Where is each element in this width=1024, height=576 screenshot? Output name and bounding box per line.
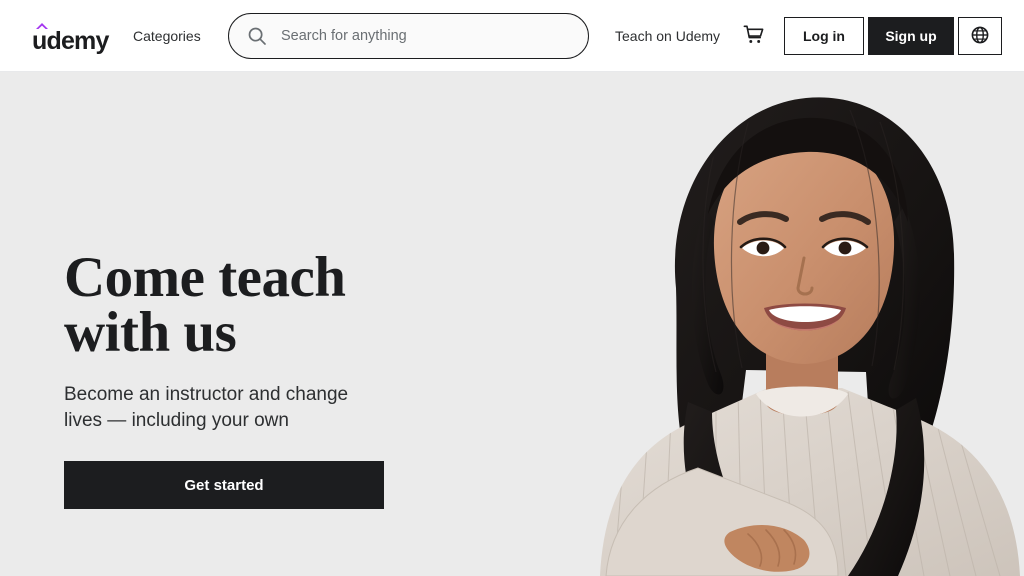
udemy-teach-landing-page: udemy Categories Teach on Udemy [0,0,1024,576]
udemy-logo[interactable]: udemy [26,18,114,56]
page-title: Come teach with us [64,249,484,361]
language-button[interactable] [958,17,1002,55]
signup-button[interactable]: Sign up [868,17,954,55]
search-input[interactable] [281,28,588,44]
cart-button[interactable] [741,24,765,48]
hero-subtitle: Become an instructor and change lives — … [64,384,349,431]
globe-icon [970,25,990,48]
hero-title-line-2: with us [64,301,237,364]
search-bar[interactable] [228,13,589,59]
get-started-button[interactable]: Get started [64,461,384,509]
nav-teach-on-udemy[interactable]: Teach on Udemy [615,27,720,45]
hero-copy-block: Come teach with us Become an instructor … [64,249,484,509]
shopping-cart-icon [742,23,765,49]
svg-text:udemy: udemy [32,27,109,55]
search-icon [247,26,267,46]
hero-section: Come teach with us Become an instructor … [0,72,1024,576]
hero-instructor-photo [580,72,1024,576]
site-header: udemy Categories Teach on Udemy [0,0,1024,72]
hero-title-line-1: Come teach [64,246,346,309]
login-button[interactable]: Log in [784,17,864,55]
nav-categories[interactable]: Categories [133,26,201,46]
